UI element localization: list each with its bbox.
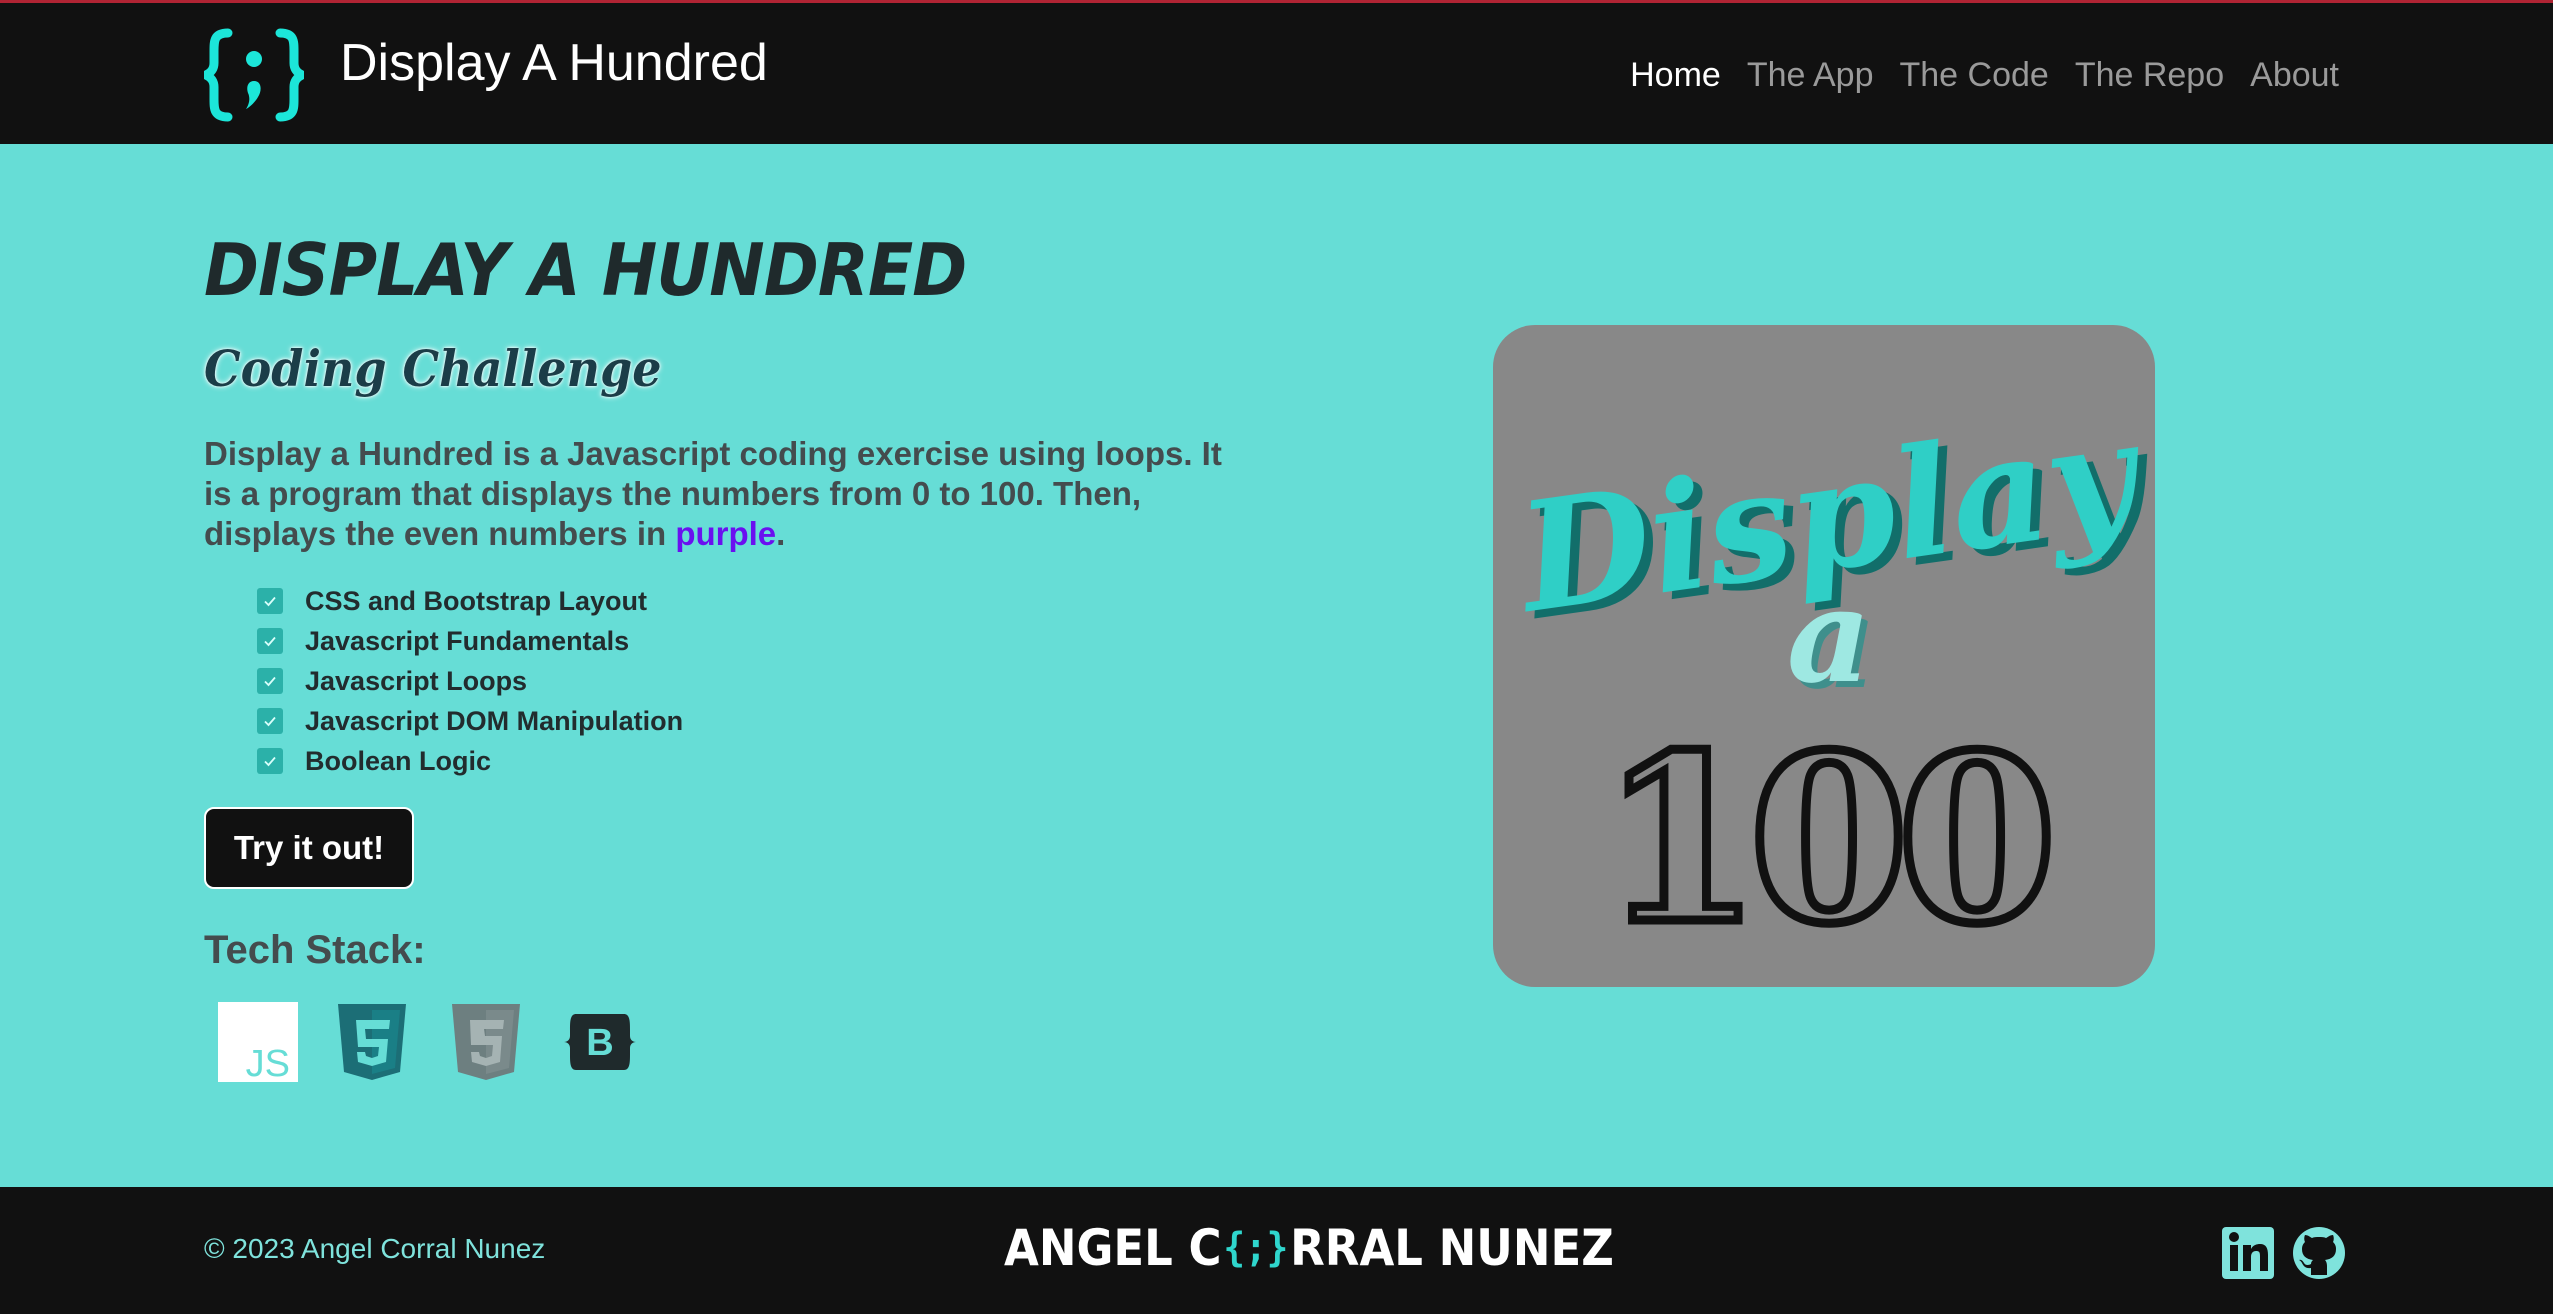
html5-icon	[338, 1004, 406, 1080]
svg-text:JS: JS	[246, 1043, 290, 1082]
social-links	[2222, 1225, 2346, 1279]
description-highlight: purple	[675, 515, 777, 552]
try-it-out-button[interactable]: Try it out!	[204, 807, 414, 889]
footer-name-part1: ANGEL C	[1004, 1219, 1222, 1277]
image-text-a: a	[1787, 559, 1871, 712]
footer-name-brace: {;}	[1223, 1225, 1289, 1271]
hero-subtitle: Coding Challenge	[204, 339, 662, 398]
display-a-100-image: Display Display a a 100	[1493, 325, 2155, 987]
navbar: Display A Hundred Home The App The Code …	[0, 0, 2553, 144]
curly-brace-semicolon-icon	[204, 28, 304, 122]
nav-link-the-code[interactable]: The Code	[1886, 53, 2061, 97]
tech-stack-icons: JS B	[218, 1002, 640, 1082]
list-item: Javascript DOM Manipulation	[257, 701, 683, 741]
hero-description: Display a Hundred is a Javascript coding…	[204, 434, 1244, 554]
linkedin-icon[interactable]	[2222, 1225, 2276, 1279]
feature-label: Boolean Logic	[305, 745, 492, 776]
nav-link-about[interactable]: About	[2237, 53, 2339, 97]
footer: © 2023 Angel Corral Nunez ANGEL C {;} RR…	[0, 1187, 2553, 1314]
hero-title: DISPLAY A HUNDRED	[204, 228, 967, 312]
bootstrap-icon: B	[564, 1014, 636, 1070]
brand-name: Display A Hundred	[340, 34, 768, 92]
hero-section: DISPLAY A HUNDRED Coding Challenge Displ…	[0, 144, 2553, 1187]
nav-link-the-app[interactable]: The App	[1734, 53, 1887, 97]
feature-label: Javascript Loops	[305, 665, 528, 696]
nav-link-home[interactable]: Home	[1617, 53, 1734, 97]
checkbox-icon	[257, 628, 283, 654]
javascript-icon: JS	[218, 1002, 298, 1082]
nav-link-the-repo[interactable]: The Repo	[2062, 53, 2237, 97]
checkbox-icon	[257, 588, 283, 614]
feature-list: CSS and Bootstrap Layout Javascript Fund…	[257, 581, 683, 781]
image-text-100: 100	[1601, 705, 2047, 975]
checkbox-icon	[257, 748, 283, 774]
feature-label: Javascript Fundamentals	[305, 625, 630, 656]
feature-label: CSS and Bootstrap Layout	[305, 585, 648, 616]
tech-stack-title: Tech Stack:	[204, 928, 426, 972]
copyright-text: © 2023 Angel Corral Nunez	[204, 1233, 546, 1264]
checkbox-icon	[257, 668, 283, 694]
feature-label: Javascript DOM Manipulation	[305, 705, 684, 736]
github-icon[interactable]	[2292, 1225, 2346, 1279]
brand[interactable]: Display A Hundred	[204, 25, 768, 125]
svg-text:B: B	[586, 1022, 613, 1064]
list-item: Javascript Loops	[257, 661, 683, 701]
nav-links: Home The App The Code The Repo About	[1617, 53, 2339, 97]
footer-logo-name: ANGEL C {;} RRAL NUNEZ	[1004, 1223, 1614, 1273]
logo-artwork: Display Display a a 100	[1505, 385, 2155, 979]
checkbox-icon	[257, 708, 283, 734]
list-item: CSS and Bootstrap Layout	[257, 581, 683, 621]
footer-name-part2: RRAL NUNEZ	[1290, 1219, 1614, 1277]
description-end: .	[776, 515, 786, 552]
list-item: Boolean Logic	[257, 741, 683, 781]
list-item: Javascript Fundamentals	[257, 621, 683, 661]
css3-icon	[452, 1004, 520, 1080]
